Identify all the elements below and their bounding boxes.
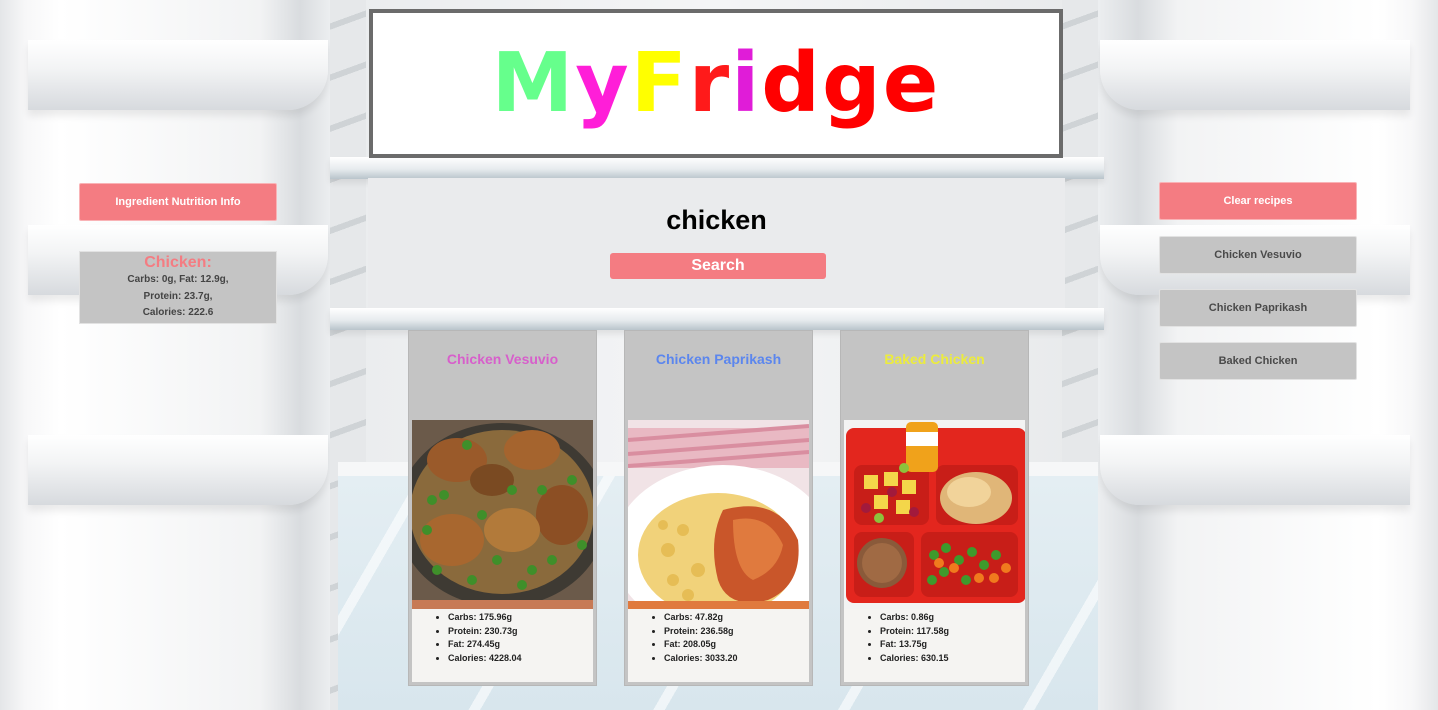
recipe-nutrition-list: Carbs: 0.86g Protein: 117.58g Fat: 13.75… xyxy=(844,609,1025,682)
ingredient-nutrition-line: Calories: 222.6 xyxy=(142,307,214,318)
logo-letter: M xyxy=(491,35,576,131)
search-panel: chicken Search xyxy=(368,178,1065,308)
chicken-paprikash-photo xyxy=(628,420,809,609)
recipe-card[interactable]: Baked Chicken • Carbs: 0.86g • Protein: … xyxy=(840,330,1029,686)
recipe-title[interactable]: Baked Chicken xyxy=(841,351,1028,367)
recipe-fat: Fat: 208.05g xyxy=(664,638,809,652)
recipe-calories: Calories: 3033.20 xyxy=(664,652,809,666)
saved-recipe-button[interactable]: Chicken Paprikash xyxy=(1159,289,1357,327)
recipe-nutrition-list: Carbs: 175.96g Protein: 230.73g Fat: 274… xyxy=(412,609,593,682)
ingredient-nutrition-info-button[interactable]: Ingredient Nutrition Info xyxy=(79,183,277,221)
recipe-card[interactable]: Chicken Vesuvio Carbs: 175.96g Protein: … xyxy=(408,330,597,686)
recipe-title[interactable]: Chicken Paprikash xyxy=(625,351,812,367)
ingredient-name: Chicken: xyxy=(144,254,212,271)
logo-letter: d xyxy=(761,35,822,131)
saved-recipe-button[interactable]: Baked Chicken xyxy=(1159,342,1357,380)
logo-letter: i xyxy=(731,35,762,131)
logo-letter: r xyxy=(688,35,732,131)
recipe-title[interactable]: Chicken Vesuvio xyxy=(409,351,596,367)
logo-letter: e xyxy=(882,35,941,131)
ingredient-nutrition-line: Carbs: 0g, Fat: 12.9g, xyxy=(127,274,229,285)
saved-recipe-button[interactable]: Chicken Vesuvio xyxy=(1159,236,1357,274)
recipe-image[interactable] xyxy=(844,420,1025,609)
recipe-fat: Fat: 274.45g xyxy=(448,638,593,652)
recipe-calories: Calories: 630.15 xyxy=(880,652,1025,666)
app-logo: MyFridge xyxy=(491,35,941,131)
logo-letter: y xyxy=(575,35,631,131)
recipe-protein: Protein: 230.73g xyxy=(448,625,593,639)
recipe-calories: Calories: 4228.04 xyxy=(448,652,593,666)
ingredient-nutrition-card: Chicken: Carbs: 0g, Fat: 12.9g, Protein:… xyxy=(79,251,277,324)
door-shelf-rail xyxy=(1100,435,1410,505)
door-shelf-rail xyxy=(28,40,328,110)
recipe-carbs: Carbs: 47.82g xyxy=(664,611,809,625)
chicken-vesuvio-photo xyxy=(412,420,593,609)
recipe-nutrition-list: Carbs: 47.82g Protein: 236.58g Fat: 208.… xyxy=(628,609,809,682)
recipe-carbs: Carbs: 175.96g xyxy=(448,611,593,625)
logo-letter: F xyxy=(630,35,689,131)
search-button[interactable]: Search xyxy=(610,253,826,279)
logo-letter: g xyxy=(822,35,883,131)
clear-recipes-button[interactable]: Clear recipes xyxy=(1159,182,1357,220)
recipe-image[interactable] xyxy=(628,420,809,609)
door-shelf-rail xyxy=(28,435,328,505)
recipe-carbs: Carbs: 0.86g xyxy=(880,611,1025,625)
search-query-text[interactable]: chicken xyxy=(368,205,1065,236)
door-shelf-rail xyxy=(1100,40,1410,110)
recipe-image[interactable] xyxy=(412,420,593,609)
fridge-shelf xyxy=(330,308,1104,330)
recipe-protein: Protein: 117.58g xyxy=(880,625,1025,639)
logo-banner: MyFridge xyxy=(369,9,1063,158)
recipe-card[interactable]: Chicken Paprikash Carbs: 47.82g Protein:… xyxy=(624,330,813,686)
recipe-fat: Fat: 13.75g xyxy=(880,638,1025,652)
ingredient-nutrition-line: Protein: 23.7g, xyxy=(143,290,213,302)
recipe-protein: Protein: 236.58g xyxy=(664,625,809,639)
baked-chicken-tray-photo xyxy=(844,420,1025,609)
fridge-shelf xyxy=(330,157,1104,179)
